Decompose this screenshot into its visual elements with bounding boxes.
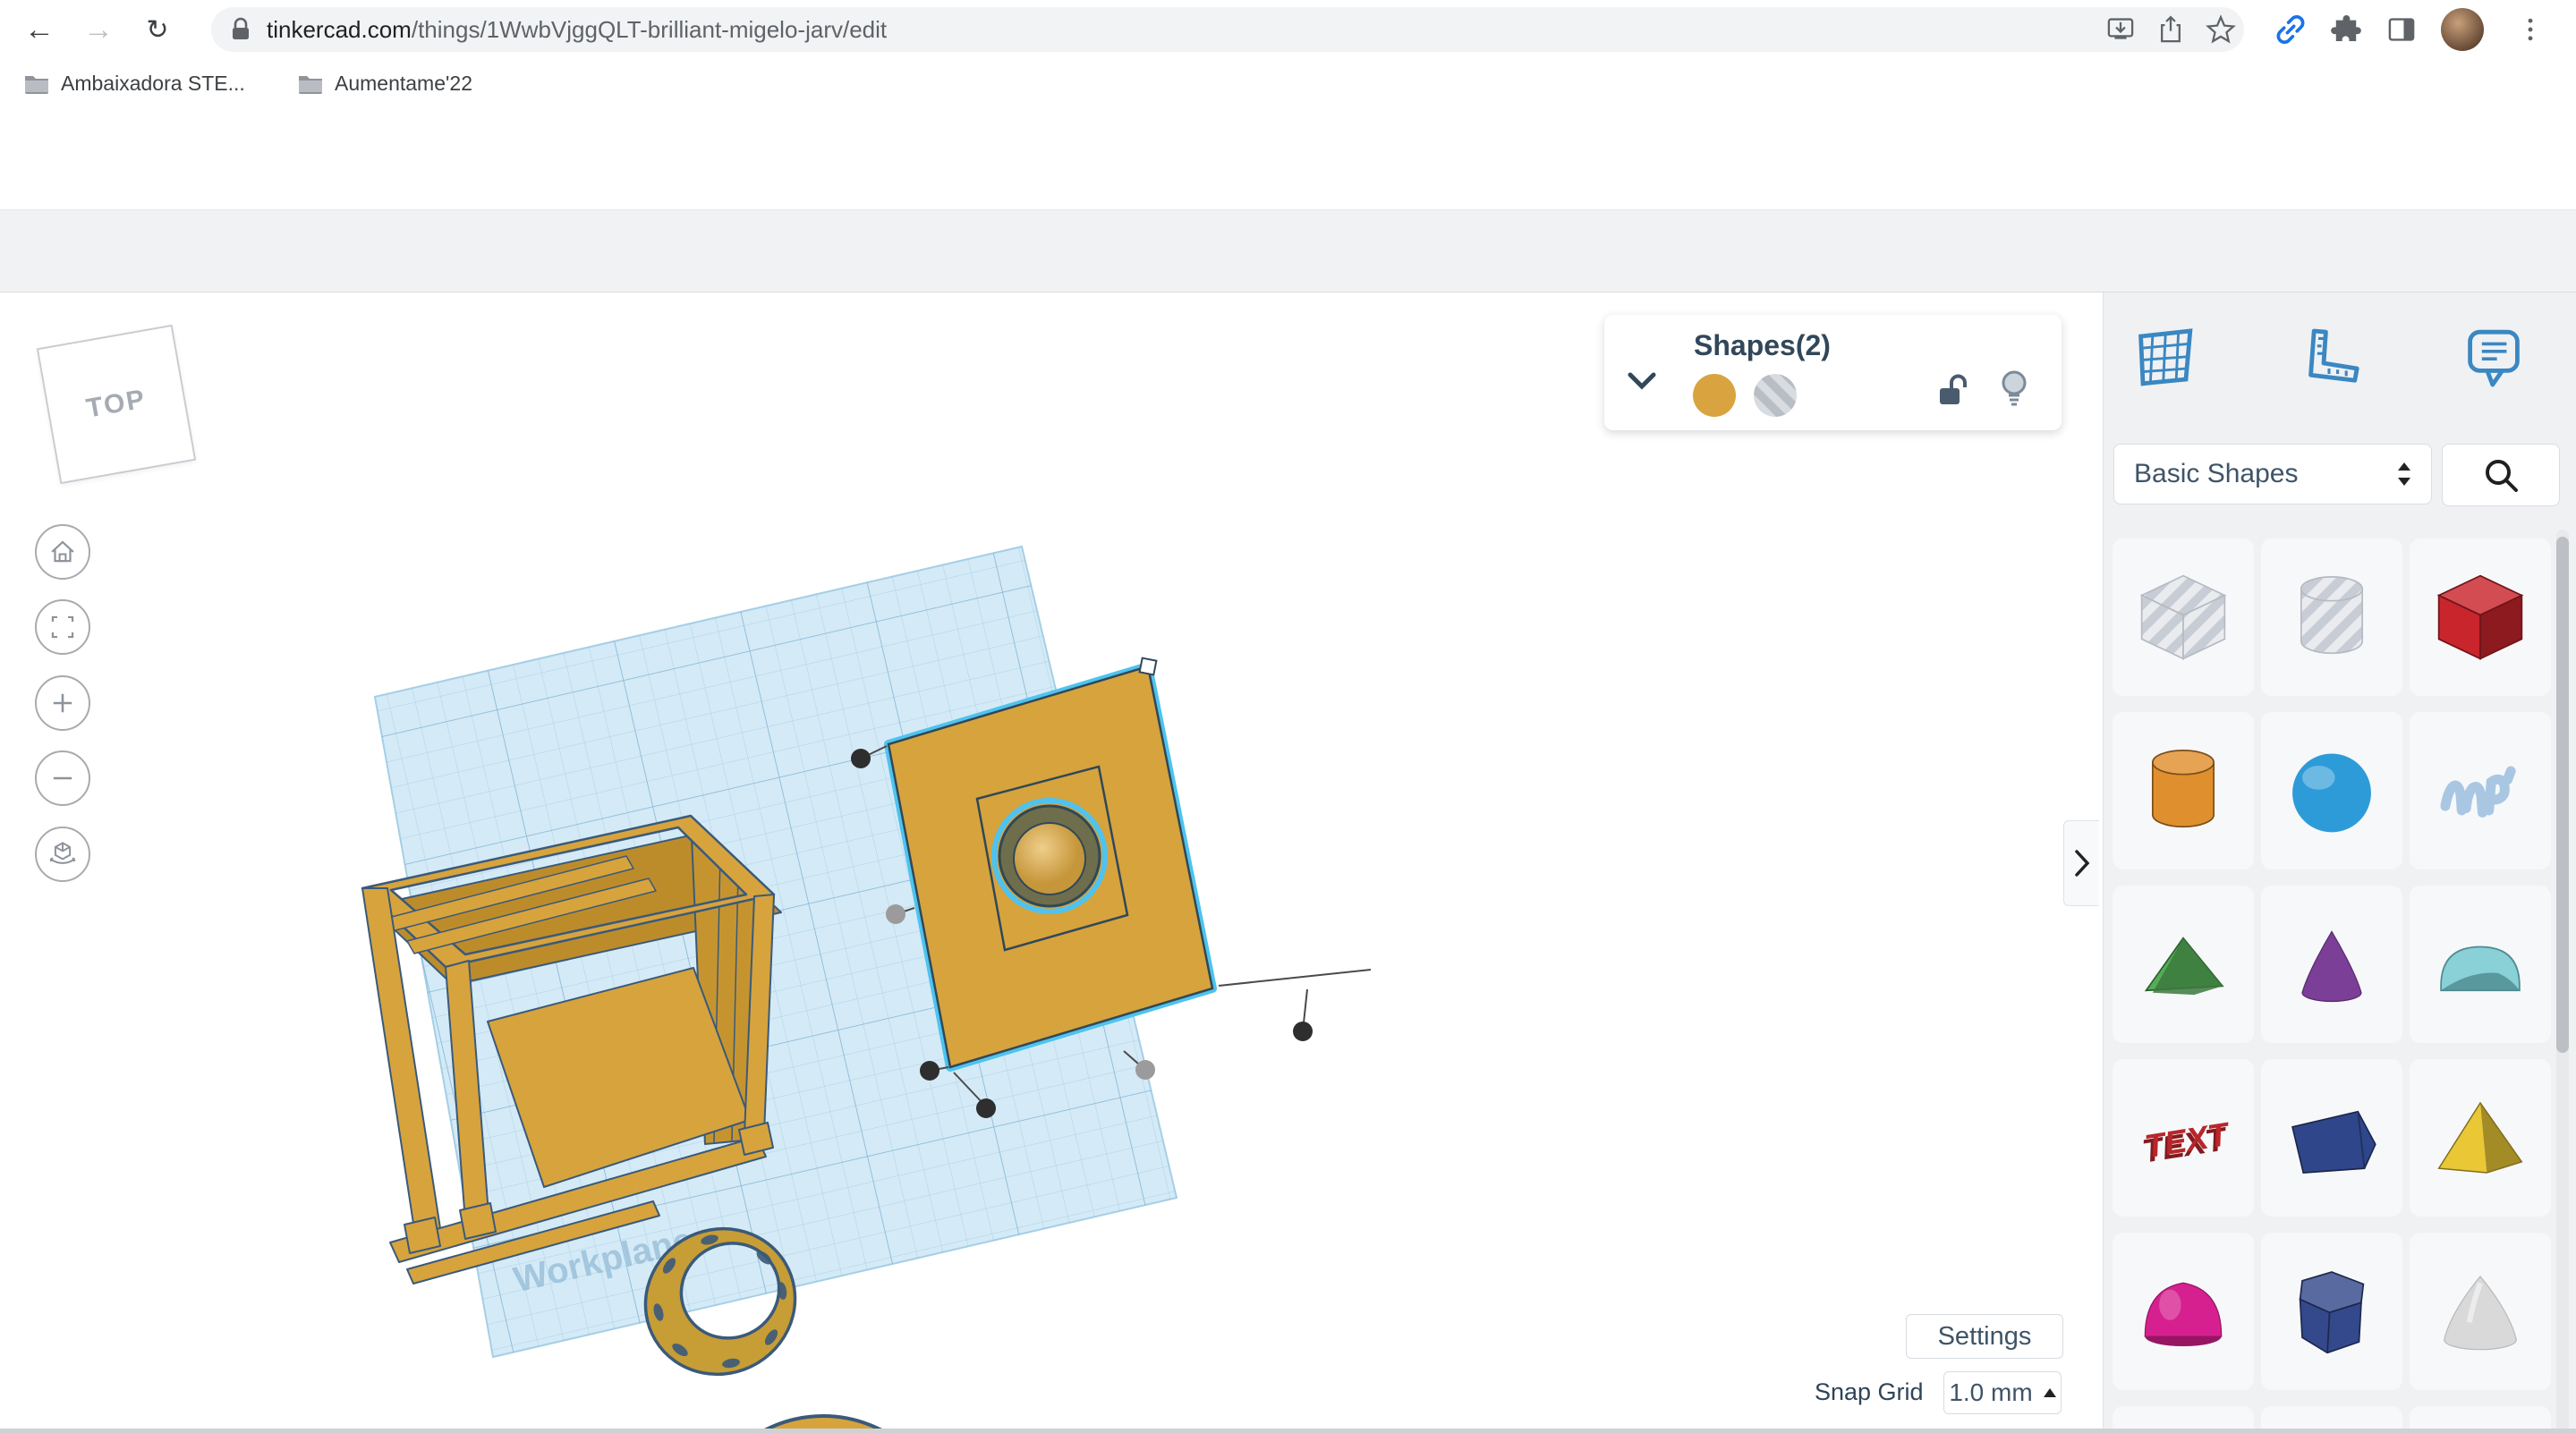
plus-icon	[53, 693, 72, 713]
browser-avatar[interactable]	[2441, 8, 2484, 51]
reload-icon: ↻	[146, 14, 169, 45]
folder-icon	[25, 75, 48, 94]
selected-plate-shape[interactable]	[884, 662, 1217, 1072]
shape-card-cone[interactable]	[2261, 886, 2402, 1043]
corner-handle[interactable]	[976, 1098, 996, 1118]
ruler-tool-button[interactable]	[2295, 324, 2363, 392]
bookmarks-bar: Ambaixadora STE... Aumentame'22	[0, 59, 2576, 119]
shape-grid: TEXT TEXT	[2113, 538, 2553, 1433]
bookmark-folder-1[interactable]: Ambaixadora STE...	[23, 72, 245, 96]
fit-view-icon	[51, 615, 74, 639]
browser-forward-button[interactable]: →	[79, 10, 118, 49]
browser-toolbar: ← → ↻ tinkercad.com/things/1WwbVjggQLT-b…	[0, 0, 2576, 59]
solid-color-swatch[interactable]	[1693, 374, 1736, 417]
browser-back-button[interactable]: ←	[20, 10, 59, 49]
bookmark-label: Aumentame'22	[335, 72, 472, 95]
bookmark-star-icon[interactable]	[2201, 10, 2240, 49]
view-cube[interactable]: TOP	[36, 324, 197, 485]
fit-view-button[interactable]	[35, 599, 90, 655]
shape-card-cone-soft[interactable]	[2410, 1233, 2551, 1390]
search-icon	[2486, 460, 2518, 492]
view-cube-face-label: TOP	[83, 384, 149, 424]
zoom-in-button[interactable]	[35, 675, 90, 731]
sidebar-toggle-icon[interactable]	[2382, 10, 2421, 49]
ruler-icon	[2308, 328, 2359, 383]
chevron-down-icon	[1628, 372, 1656, 390]
corner-handle[interactable]	[851, 749, 871, 768]
extension-link-icon[interactable]	[2271, 10, 2310, 49]
shape-card-text[interactable]: TEXT TEXT	[2113, 1059, 2254, 1217]
shape-card-cylinder-striped[interactable]	[2261, 538, 2402, 696]
home-view-button[interactable]	[35, 524, 90, 580]
home-icon	[51, 540, 74, 563]
browser-menu-icon[interactable]	[2511, 10, 2550, 49]
shapes-library-panel: Basic Shapes TEXT TEXT	[2103, 293, 2576, 1433]
dropdown-up-arrow-icon	[2043, 1388, 2056, 1397]
snap-grid-select[interactable]: 1.0 mm	[1943, 1371, 2062, 1414]
lock-icon	[233, 17, 249, 39]
shape-card-polygon[interactable]	[2261, 1233, 2402, 1390]
forward-arrow-icon: →	[83, 12, 114, 47]
perspective-cube-icon	[49, 842, 76, 864]
corner-handle[interactable]	[1293, 1022, 1313, 1041]
collapse-panel-button[interactable]	[1622, 361, 1662, 401]
address-bar[interactable]: tinkercad.com/things/1WwbVjggQLT-brillia…	[211, 7, 2244, 52]
bookmark-folder-2[interactable]: Aumentame'22	[297, 72, 472, 96]
3d-viewport[interactable]: Workplane TOP	[0, 293, 2103, 1433]
panel-scrollbar-thumb[interactable]	[2556, 537, 2569, 1053]
settings-button[interactable]: Settings	[1906, 1314, 2063, 1359]
transparent-swatch[interactable]	[1754, 374, 1797, 417]
lock-toggle-button[interactable]	[1934, 370, 1973, 410]
perspective-toggle-button[interactable]	[35, 827, 90, 882]
install-app-icon[interactable]	[2101, 10, 2140, 49]
snap-grid-value: 1.0 mm	[1949, 1378, 2033, 1406]
visibility-bulb-button[interactable]	[1994, 369, 2034, 408]
edge-handle[interactable]	[1135, 1060, 1155, 1080]
extensions-puzzle-icon[interactable]	[2326, 10, 2366, 49]
browser-reload-button[interactable]: ↻	[138, 10, 177, 49]
shape-card-pyramid[interactable]	[2410, 1059, 2551, 1217]
minus-icon	[53, 776, 72, 780]
back-arrow-icon: ←	[24, 12, 55, 47]
lightbulb-icon	[2002, 370, 2027, 406]
shape-card-wedge[interactable]	[2261, 1059, 2402, 1217]
shape-category-select[interactable]: Basic Shapes	[2113, 444, 2432, 505]
url-text: tinkercad.com/things/1WwbVjggQLT-brillia…	[267, 15, 888, 43]
edge-handle[interactable]	[886, 904, 905, 924]
zoom-out-button[interactable]	[35, 750, 90, 806]
3d-scene: Workplane	[361, 545, 1372, 1433]
sphere-in-hole-shape[interactable]	[1013, 822, 1086, 895]
workplane-icon	[2138, 328, 2193, 386]
unlock-icon	[1940, 374, 1967, 404]
corner-handle[interactable]	[920, 1061, 939, 1081]
bookmark-label: Ambaixadora STE...	[61, 72, 245, 95]
app-window: ← → ↻ tinkercad.com/things/1WwbVjggQLT-b…	[0, 0, 2576, 1433]
notes-icon	[2468, 329, 2520, 387]
panel-collapse-tab[interactable]	[2063, 820, 2099, 906]
share-icon[interactable]	[2151, 10, 2190, 49]
selection-title: Shapes(2)	[1694, 329, 1831, 361]
notes-tool-button[interactable]	[2460, 324, 2528, 392]
folder-icon	[299, 75, 322, 94]
shape-card-scribble[interactable]	[2410, 712, 2551, 869]
shape-card-round-roof[interactable]	[2410, 886, 2551, 1043]
scale-handle[interactable]	[1138, 657, 1158, 676]
shape-category-value: Basic Shapes	[2134, 459, 2299, 488]
shape-card-cylinder[interactable]	[2113, 712, 2254, 869]
window-bottom-edge	[0, 1429, 2576, 1433]
shape-card-roof[interactable]	[2113, 886, 2254, 1043]
chevron-right-icon	[2074, 850, 2089, 877]
shape-card-box[interactable]	[2410, 538, 2551, 696]
selection-info-panel: Shapes(2)	[1604, 315, 2062, 430]
shape-card-box-striped[interactable]	[2113, 538, 2254, 696]
shape-card-sphere[interactable]	[2261, 712, 2402, 869]
select-arrows-icon	[2398, 462, 2410, 486]
search-shapes-button[interactable]	[2442, 444, 2560, 506]
workplane-tool-button[interactable]	[2130, 324, 2198, 392]
editor-toolbar: Import Export Send To	[0, 209, 2576, 491]
app-header: TINKERCAD Hagrid's Lantern - MAGIC Props	[0, 118, 2576, 343]
snap-grid-label: Snap Grid	[1815, 1378, 1924, 1405]
shape-card-paraboloid[interactable]	[2113, 1233, 2254, 1390]
